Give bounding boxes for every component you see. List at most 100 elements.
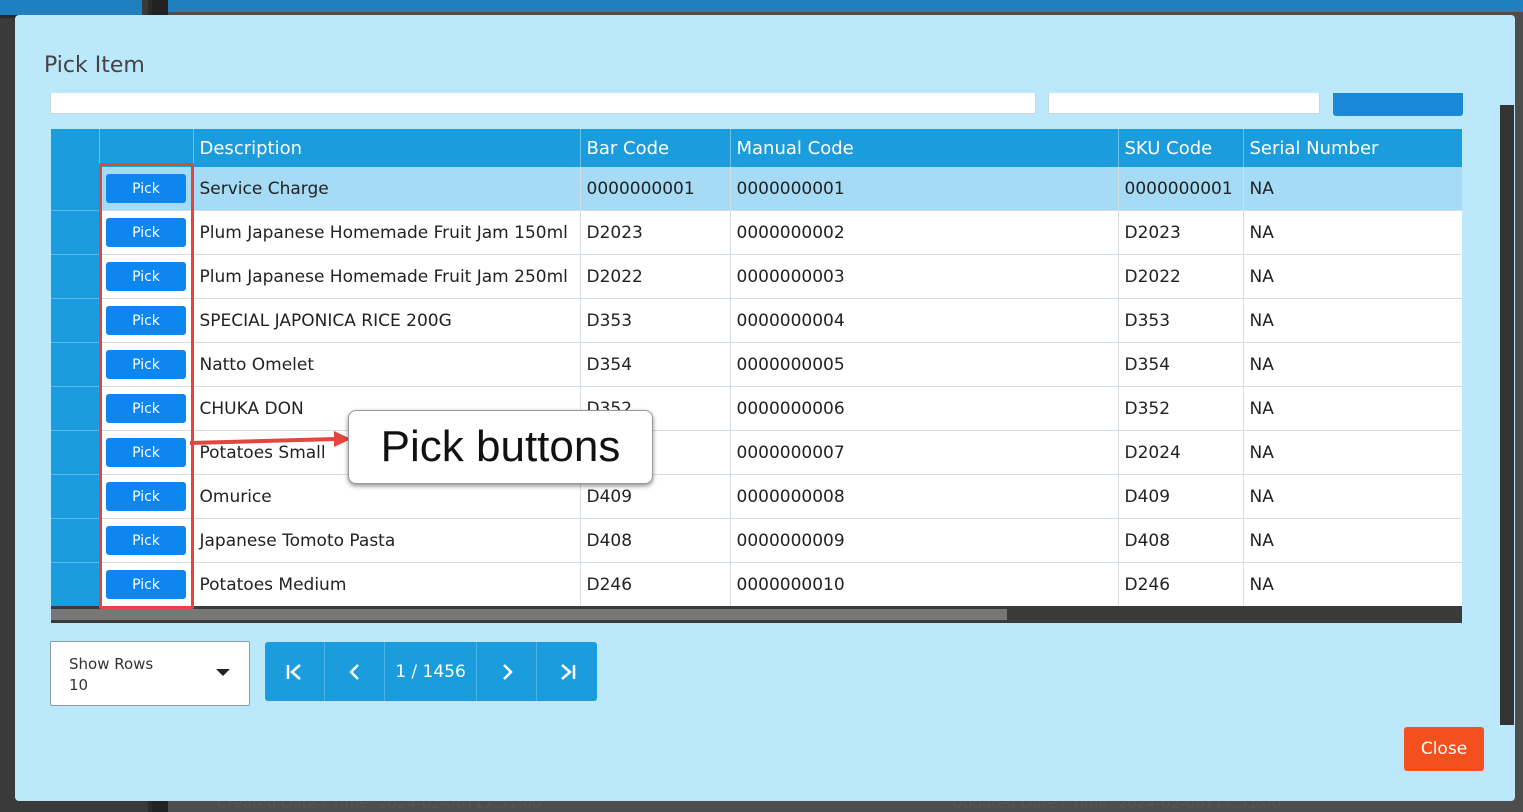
pick-button[interactable]: Pick <box>106 174 186 203</box>
row-index-cell <box>51 386 100 431</box>
cell-sku-code: D409 <box>1118 474 1244 519</box>
cell-manual-code: 0000000004 <box>730 298 1119 343</box>
row-index-cell <box>51 562 100 606</box>
header-sku-code[interactable]: SKU Code <box>1118 129 1244 167</box>
pick-button[interactable]: Pick <box>106 350 186 379</box>
row-index-cell <box>51 167 100 211</box>
first-page-button[interactable] <box>265 642 325 701</box>
pick-item-modal: Pick Item Description Bar Code Manual Co… <box>15 15 1515 801</box>
show-rows-label: Show Rows <box>69 655 154 673</box>
cell-manual-code: 0000000001 <box>730 167 1119 211</box>
row-index-cell <box>51 430 100 475</box>
cell-description: Plum Japanese Homemade Fruit Jam 150ml <box>193 210 581 255</box>
cell-description: Natto Omelet <box>193 342 581 387</box>
header-bar-code[interactable]: Bar Code <box>580 129 731 167</box>
cell-serial-number: NA <box>1243 430 1462 475</box>
cell-sku-code: D352 <box>1118 386 1244 431</box>
pick-cell: Pick <box>99 298 194 343</box>
cell-manual-code: 0000000010 <box>730 562 1119 606</box>
table-row[interactable]: Pick Plum Japanese Homemade Fruit Jam 250… <box>51 254 1462 299</box>
header-serial-number[interactable]: Serial Number <box>1243 129 1462 167</box>
cell-description: Potatoes Medium <box>193 562 581 606</box>
table-row[interactable]: Pick Natto Omelet D354 0000000005 D354 NA <box>51 342 1462 387</box>
table-row[interactable]: Pick Japanese Tomoto Pasta D408 0000000009 D… <box>51 518 1462 563</box>
search-button[interactable] <box>1333 93 1463 116</box>
cell-serial-number: NA <box>1243 342 1462 387</box>
row-index-cell <box>51 254 100 299</box>
table-row[interactable]: Pick Omurice D409 0000000008 D409 NA <box>51 474 1462 519</box>
cell-serial-number: NA <box>1243 386 1462 431</box>
cell-sku-code: D2023 <box>1118 210 1244 255</box>
pick-button[interactable]: Pick <box>106 262 186 291</box>
items-table: Description Bar Code Manual Code SKU Cod… <box>51 129 1462 606</box>
cell-serial-number: NA <box>1243 562 1462 606</box>
cell-sku-code: D2022 <box>1118 254 1244 299</box>
cell-description: SPECIAL JAPONICA RICE 200G <box>193 298 581 343</box>
cell-manual-code: 0000000009 <box>730 518 1119 563</box>
pick-cell: Pick <box>99 342 194 387</box>
pick-button[interactable]: Pick <box>106 526 186 555</box>
cell-serial-number: NA <box>1243 474 1462 519</box>
previous-page-button[interactable] <box>325 642 385 701</box>
pick-cell: Pick <box>99 386 194 431</box>
row-index-cell <box>51 474 100 519</box>
pick-cell: Pick <box>99 562 194 606</box>
pick-cell: Pick <box>99 518 194 563</box>
next-page-button[interactable] <box>477 642 537 701</box>
show-rows-select[interactable]: Show Rows 10 <box>50 641 250 706</box>
header-manual-code[interactable]: Manual Code <box>730 129 1119 167</box>
row-index-cell <box>51 210 100 255</box>
show-rows-value: 10 <box>69 676 89 694</box>
cell-sku-code: D354 <box>1118 342 1244 387</box>
table-row[interactable]: Pick CHUKA DON D352 0000000006 D352 NA <box>51 386 1462 431</box>
callout-label: Pick buttons <box>348 410 653 484</box>
pagination: 1 / 1456 <box>265 642 597 701</box>
cell-serial-number: NA <box>1243 167 1462 211</box>
caret-down-icon <box>216 669 230 676</box>
cell-description: Plum Japanese Homemade Fruit Jam 250ml <box>193 254 581 299</box>
horizontal-scrollbar[interactable] <box>51 606 1462 623</box>
cell-sku-code: D408 <box>1118 518 1244 563</box>
cell-bar-code: D353 <box>580 298 731 343</box>
cell-bar-code: D246 <box>580 562 731 606</box>
cell-sku-code: D353 <box>1118 298 1244 343</box>
table-row[interactable]: Pick Service Charge 0000000001 0000000001 00… <box>51 167 1462 211</box>
close-button[interactable]: Close <box>1404 727 1484 771</box>
filter-input[interactable] <box>1048 93 1320 114</box>
cell-bar-code: D408 <box>580 518 731 563</box>
modal-title: Pick Item <box>44 53 145 78</box>
cell-manual-code: 0000000006 <box>730 386 1119 431</box>
pick-button[interactable]: Pick <box>106 306 186 335</box>
cell-sku-code: D246 <box>1118 562 1244 606</box>
pick-cell: Pick <box>99 430 194 475</box>
cell-serial-number: NA <box>1243 518 1462 563</box>
table-row[interactable]: Pick Plum Japanese Homemade Fruit Jam 150… <box>51 210 1462 255</box>
table-row[interactable]: Pick SPECIAL JAPONICA RICE 200G D353 000000… <box>51 298 1462 343</box>
pick-button[interactable]: Pick <box>106 482 186 511</box>
callout-arrow <box>189 431 351 447</box>
pick-button[interactable]: Pick <box>106 570 186 599</box>
cell-manual-code: 0000000003 <box>730 254 1119 299</box>
cell-description: Japanese Tomoto Pasta <box>193 518 581 563</box>
cell-description: Service Charge <box>193 167 581 211</box>
cell-bar-code: 0000000001 <box>580 167 731 211</box>
header-pick <box>99 129 194 167</box>
row-index-cell <box>51 518 100 563</box>
pick-button[interactable]: Pick <box>106 438 186 467</box>
pick-cell: Pick <box>99 474 194 519</box>
last-page-icon <box>561 663 576 680</box>
table-row[interactable]: Pick Potatoes Medium D246 0000000010 D246 NA <box>51 562 1462 606</box>
chevron-left-icon <box>348 663 359 680</box>
pick-cell: Pick <box>99 210 194 255</box>
cell-serial-number: NA <box>1243 210 1462 255</box>
pick-button[interactable]: Pick <box>106 218 186 247</box>
cell-serial-number: NA <box>1243 298 1462 343</box>
search-input[interactable] <box>50 93 1036 114</box>
background-scrollbar <box>1500 105 1514 725</box>
scrollbar-thumb[interactable] <box>51 609 1007 620</box>
last-page-button[interactable] <box>537 642 597 701</box>
cell-manual-code: 0000000002 <box>730 210 1119 255</box>
header-description[interactable]: Description <box>193 129 581 167</box>
row-index-cell <box>51 298 100 343</box>
pick-button[interactable]: Pick <box>106 394 186 423</box>
